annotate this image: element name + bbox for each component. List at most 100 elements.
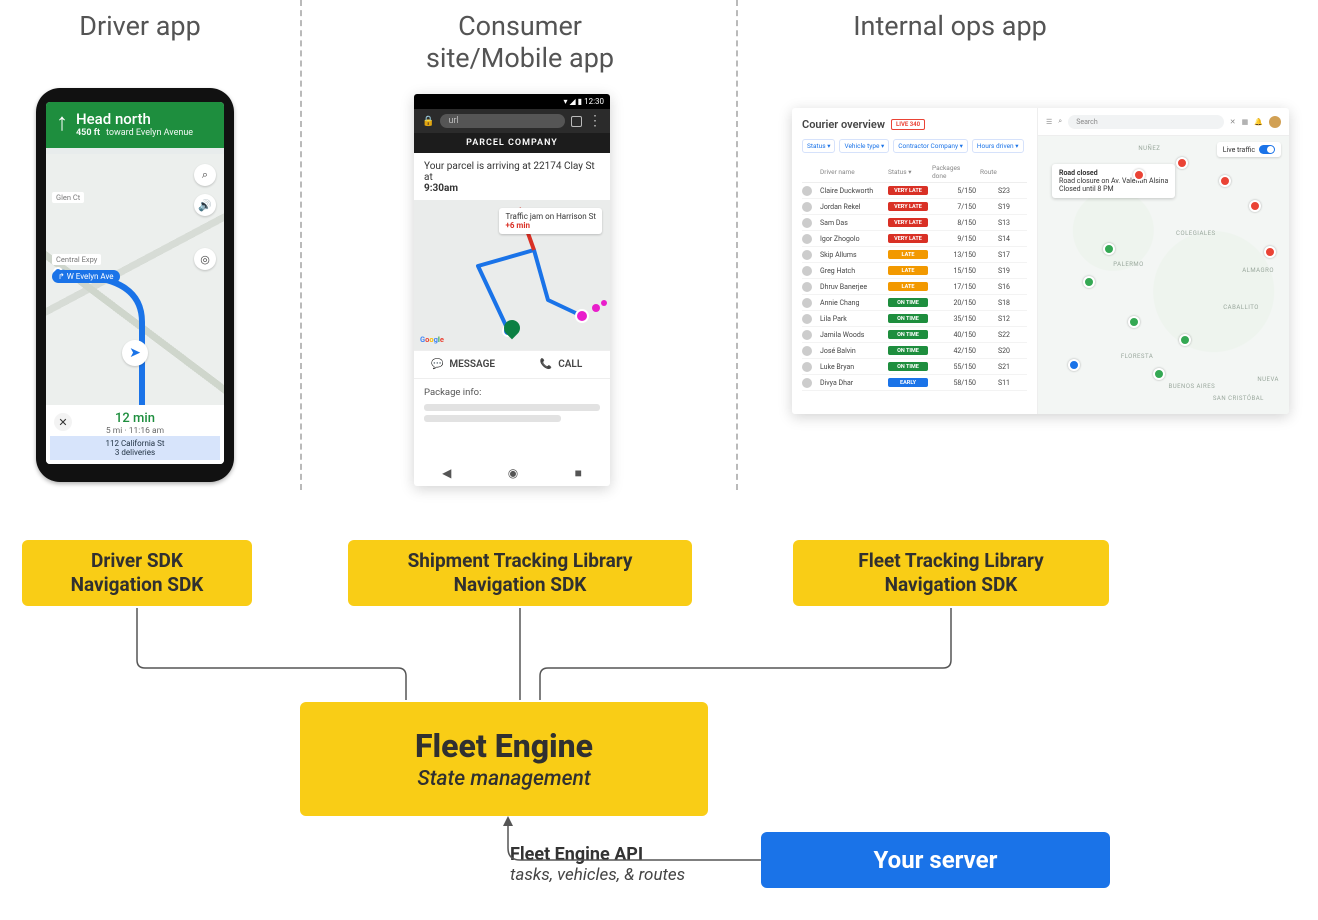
heading-ops: Internal ops app — [760, 10, 1140, 42]
message-button[interactable]: 💬 MESSAGE — [414, 351, 512, 378]
area-label: COLEGIALES — [1176, 230, 1216, 237]
api-l1: Fleet Engine API — [510, 844, 685, 865]
ops-col-header: Driver name — [820, 168, 884, 176]
marker-blue — [1068, 359, 1080, 371]
live-traffic-toggle[interactable]: Live traffic — [1217, 142, 1281, 157]
avatar — [802, 298, 812, 308]
volume-icon[interactable]: 🔊 — [194, 194, 216, 216]
table-row[interactable]: Jordan RekelVERY LATE7/150S19 — [802, 199, 1027, 215]
fleet-engine-title: Fleet Engine — [300, 726, 708, 766]
status-badge: EARLY — [888, 378, 928, 387]
traffic-delay: +6 min — [505, 221, 596, 230]
message-label: MESSAGE — [449, 359, 495, 370]
table-row[interactable]: Annie ChangON TIME20/150S18 — [802, 295, 1027, 311]
table-row[interactable]: José BalvinON TIME42/150S20 — [802, 343, 1027, 359]
route-id: S16 — [980, 283, 1010, 291]
search-icon[interactable]: ⌕ — [194, 164, 216, 186]
ops-filter-chip[interactable]: Hours driven ▾ — [972, 139, 1024, 153]
table-row[interactable]: Jamila WoodsON TIME40/150S22 — [802, 327, 1027, 343]
back-icon[interactable]: ◀ — [442, 466, 451, 480]
pkg-count: 13/150 — [932, 251, 976, 259]
footer-addr: 112 California St — [56, 439, 214, 448]
route-id: S20 — [980, 347, 1010, 355]
avatar — [802, 314, 812, 324]
table-row[interactable]: Divya DharEARLY58/150S11 — [802, 375, 1027, 391]
driver-name: Annie Chang — [820, 299, 884, 307]
recent-icon[interactable]: ■ — [575, 466, 582, 480]
table-row[interactable]: Sam Das VERY LATE 8/150 S13 — [802, 215, 1027, 231]
driver-name: Igor Zhogolo — [820, 235, 884, 243]
tabs-icon[interactable] — [571, 116, 582, 127]
ops-filter-chip[interactable]: Vehicle type ▾ — [839, 139, 889, 153]
home-icon[interactable]: ◉ — [508, 466, 518, 480]
call-label: CALL — [558, 359, 582, 370]
area-label: NUEVA — [1257, 376, 1279, 383]
popup-line1: Road closure on Av. Valentín Alsina — [1059, 177, 1168, 185]
search-icon: ⌕ — [1058, 117, 1062, 126]
ops-filters: Status ▾ Vehicle type ▾ Contractor Company… — [802, 139, 1027, 153]
close-icon[interactable]: ✕ — [1230, 118, 1236, 126]
call-button[interactable]: 📞CALL — [512, 351, 610, 378]
marker-green — [1083, 276, 1095, 288]
route-id: S22 — [980, 331, 1010, 339]
table-row[interactable]: Luke BryanON TIME55/150S21 — [802, 359, 1027, 375]
menu-icon[interactable]: ⋮ — [588, 114, 602, 128]
avatar — [802, 330, 812, 340]
your-server-box: Your server — [761, 832, 1110, 888]
table-row[interactable]: Greg HatchLATE15/150S19 — [802, 263, 1027, 279]
apps-icon[interactable]: ▦ — [1242, 118, 1249, 126]
driver-name: Luke Bryan — [820, 363, 884, 371]
close-icon[interactable]: ✕ — [54, 413, 72, 431]
route-id: S19 — [980, 203, 1010, 211]
footer-deliv: 3 deliveries — [56, 448, 214, 457]
pkg-count: 8/150 — [932, 219, 976, 227]
url-text[interactable]: url — [440, 114, 565, 128]
driver-name: Sam Das — [820, 219, 884, 227]
driver-name: Jamila Woods — [820, 331, 884, 339]
consumer-sdk-l2: Navigation SDK — [348, 573, 692, 597]
avatar[interactable] — [1269, 116, 1281, 128]
status-badge: VERY LATE — [888, 202, 928, 211]
route-id: S11 — [980, 379, 1010, 387]
vehicle-cursor-icon: ➤ — [122, 340, 148, 366]
turn-pill: ↱ W Evelyn Ave — [52, 270, 120, 283]
status-badge: VERY LATE — [888, 218, 928, 227]
consumer-actions: 💬 MESSAGE 📞CALL — [414, 350, 610, 379]
status-bar: ▾ ◢ ▮ 12:30 — [414, 94, 610, 109]
status-badge: LATE — [888, 250, 928, 259]
pkg-count: 5/150 — [932, 187, 976, 195]
message-icon: 💬 — [431, 359, 443, 370]
recenter-icon[interactable]: ◎ — [194, 248, 216, 270]
ops-col-header: Status ▾ — [888, 168, 928, 176]
route-id: S13 — [980, 219, 1010, 227]
pkg-count: 15/150 — [932, 267, 976, 275]
table-row[interactable]: Dhruv BanerjeeLATE17/150S16 — [802, 279, 1027, 295]
api-l2: tasks, vehicles, & routes — [510, 865, 685, 885]
ops-search[interactable]: Search — [1068, 115, 1224, 129]
consumer-phone-mock: ▾ ◢ ▮ 12:30 🔒 url ⋮ PARCEL COMPANY Your … — [414, 94, 610, 486]
ops-filter-chip[interactable]: Status ▾ — [802, 139, 835, 153]
bell-icon[interactable]: 🔔 — [1254, 118, 1263, 126]
area-label: BUENOS AIRES — [1169, 383, 1216, 390]
table-row[interactable]: Igor ZhogoloVERY LATE9/150S14 — [802, 231, 1027, 247]
skeleton-bar — [424, 404, 600, 411]
driver-name: Jordan Rekel — [820, 203, 884, 211]
route-id: S19 — [980, 267, 1010, 275]
driver-name: Claire Duckworth — [820, 187, 884, 195]
marker-green — [1103, 243, 1115, 255]
area-label: PALERMO — [1113, 261, 1144, 268]
ops-sdk-l2: Navigation SDK — [793, 573, 1109, 597]
table-row[interactable]: Skip AllumsLATE13/150S17 — [802, 247, 1027, 263]
route-id: S23 — [980, 187, 1010, 195]
table-row[interactable]: Claire DuckworthVERY LATE5/150S23 — [802, 183, 1027, 199]
ops-filter-chip[interactable]: Contractor Company ▾ — [893, 139, 968, 153]
ops-sdk-l1: Fleet Tracking Library — [793, 549, 1109, 573]
menu-icon[interactable]: ☰ — [1046, 118, 1052, 126]
popup-title: Road closed — [1059, 169, 1168, 177]
table-row[interactable]: Lila ParkON TIME35/150S12 — [802, 311, 1027, 327]
driver-name: José Balvin — [820, 347, 884, 355]
marker-green — [1128, 316, 1140, 328]
status-badge: VERY LATE — [888, 234, 928, 243]
pkg-count: 9/150 — [932, 235, 976, 243]
arrival-msg-pre: Your parcel is arriving at 22174 Clay St… — [424, 161, 595, 183]
